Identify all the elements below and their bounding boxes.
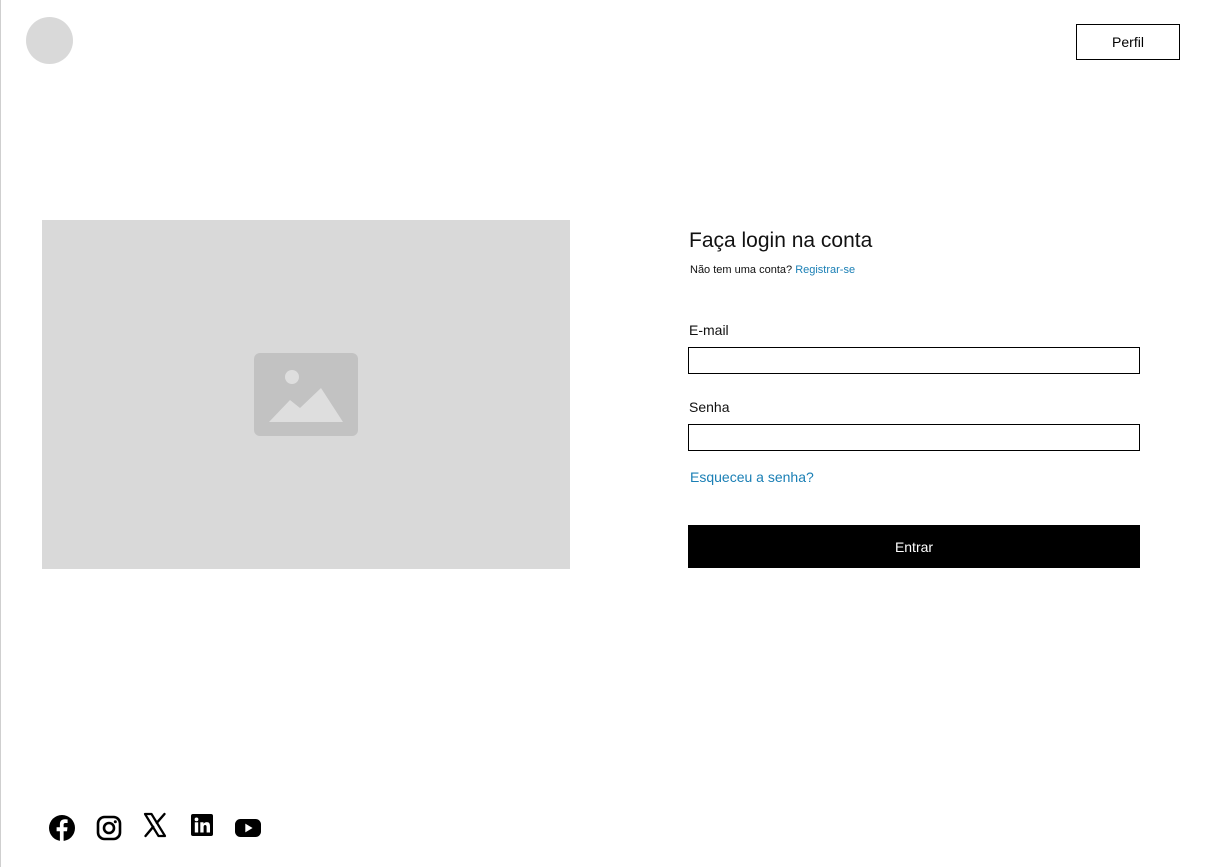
email-input[interactable] bbox=[688, 347, 1140, 374]
instagram-link[interactable] bbox=[94, 813, 124, 843]
youtube-link[interactable] bbox=[233, 813, 263, 843]
no-account-text: Não tem uma conta? bbox=[690, 264, 793, 276]
email-label: E-mail bbox=[689, 322, 729, 338]
image-placeholder-icon bbox=[254, 353, 358, 436]
forgot-password-link[interactable]: Esqueceu a senha? bbox=[690, 469, 814, 486]
facebook-icon bbox=[49, 815, 75, 842]
linkedin-icon bbox=[191, 814, 213, 836]
password-label: Senha bbox=[689, 399, 730, 415]
avatar[interactable] bbox=[26, 17, 73, 64]
login-submit-button[interactable]: Entrar bbox=[688, 525, 1140, 568]
linkedin-link[interactable] bbox=[187, 810, 217, 840]
signup-prompt: Não tem uma conta? Registrar-se bbox=[690, 263, 855, 277]
x-icon bbox=[143, 812, 167, 838]
instagram-icon bbox=[96, 815, 122, 841]
left-border bbox=[0, 0, 1, 867]
login-title: Faça login na conta bbox=[689, 229, 873, 252]
profile-button[interactable]: Perfil bbox=[1076, 24, 1180, 60]
password-input[interactable] bbox=[688, 424, 1140, 451]
register-link[interactable]: Registrar-se bbox=[795, 264, 855, 276]
facebook-link[interactable] bbox=[47, 813, 77, 843]
hero-image-placeholder bbox=[42, 220, 570, 569]
youtube-icon bbox=[235, 819, 261, 837]
x-link[interactable] bbox=[140, 810, 170, 840]
